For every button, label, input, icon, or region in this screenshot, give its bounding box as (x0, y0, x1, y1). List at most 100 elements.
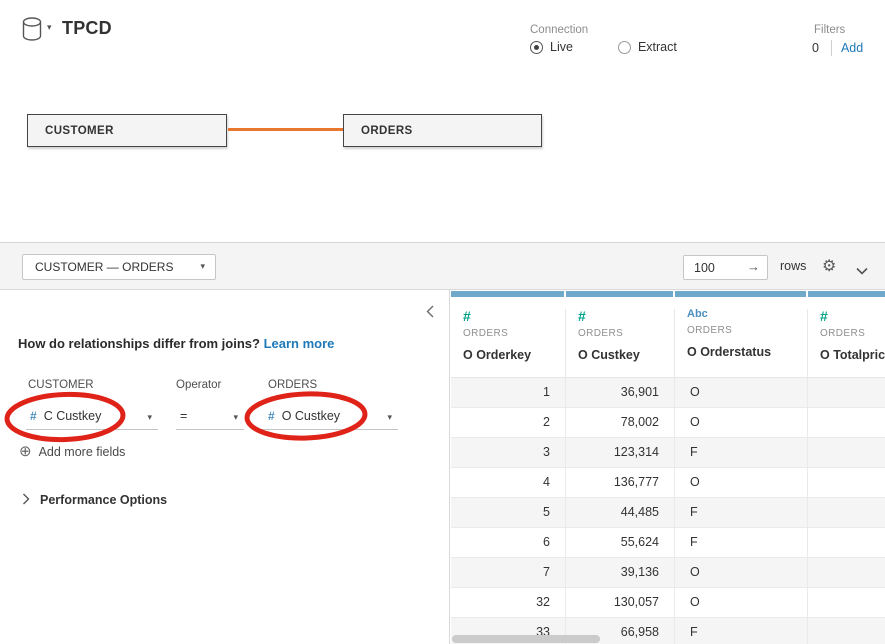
string-icon: Abc (687, 309, 807, 320)
row-count-box: → (683, 255, 768, 280)
add-more-fields-button[interactable]: ⊕ Add more fields (19, 444, 125, 459)
number-icon: # (463, 309, 565, 323)
connection-options: Live Extract (530, 40, 677, 54)
performance-options-label: Performance Options (40, 493, 167, 507)
data-preview-grid: #ORDERSO Orderkey#ORDERSO CustkeyAbcORDE… (451, 291, 885, 644)
grid-cell: 7 (451, 558, 566, 587)
grid-cell: 3 (451, 438, 566, 467)
table-row: 278,002O46,9 (451, 408, 885, 438)
grid-cell: 58,7 (808, 528, 885, 557)
chevron-right-icon (22, 493, 30, 507)
grid-cell: 123,314 (566, 438, 675, 467)
column-table-name: ORDERS (687, 325, 807, 336)
grid-cell: 4 (451, 468, 566, 497)
grid-cell: 78,002 (566, 408, 675, 437)
relationship-dropdown[interactable]: CUSTOMER — ORDERS ▾ (22, 254, 216, 280)
table-row: 655,624F58,7 (451, 528, 885, 558)
column-field-name: O Custkey (578, 348, 674, 362)
chevron-down-icon[interactable] (856, 262, 868, 280)
grid-body: 136,901O173,6278,002O46,93123,314F193,84… (451, 378, 885, 644)
apply-row-count-arrow-icon[interactable]: → (747, 259, 760, 274)
table-row: 739,136O252,0 (451, 558, 885, 588)
grid-column-header[interactable]: # ORDERS O Custkey (566, 291, 675, 377)
grid-cell: F (675, 528, 808, 557)
grid-cell: O (675, 468, 808, 497)
caret-down-icon: ▾ (387, 413, 392, 422)
relationship-question: How do relationships differ from joins? … (18, 336, 334, 351)
grid-header: #ORDERSO Orderkey#ORDERSO CustkeyAbcORDE… (451, 291, 885, 378)
grid-cell: 2 (451, 408, 566, 437)
filters-row: 0 Add (812, 40, 863, 56)
grid-cell: F (675, 618, 808, 644)
column-header-bar (808, 291, 885, 297)
panel-toolbar: CUSTOMER — ORDERS ▾ → rows ⚙ (0, 243, 885, 290)
live-radio-label[interactable]: Live (550, 40, 573, 54)
relationship-dropdown-value: CUSTOMER — ORDERS (35, 260, 173, 274)
grid-cell: 44,485 (566, 498, 675, 527)
column-table-name: ORDERS (578, 328, 674, 339)
number-icon: # (30, 409, 37, 423)
left-field-dropdown[interactable]: # C Custkey ▾ (26, 403, 158, 430)
grid-cell: 36,901 (566, 378, 675, 407)
right-field-value: O Custkey (282, 409, 340, 423)
bottom-panel: CUSTOMER — ORDERS ▾ → rows ⚙ How do rela… (0, 242, 885, 644)
right-table-column-label: ORDERS (268, 379, 317, 391)
collapse-pane-icon[interactable] (426, 305, 434, 323)
gear-icon[interactable]: ⚙ (822, 256, 836, 276)
add-more-fields-label: Add more fields (39, 445, 126, 459)
grid-column-header[interactable]: AbcORDERSO Orderstatus (675, 291, 808, 377)
grid-cell: 130,057 (566, 588, 675, 617)
operator-column-label: Operator (176, 379, 221, 391)
learn-more-link[interactable]: Learn more (264, 336, 335, 351)
grid-cell: 32, (808, 468, 885, 497)
grid-cell: 55,624 (566, 528, 675, 557)
performance-options-expander[interactable]: Performance Options (22, 493, 167, 507)
filters-count: 0 (812, 41, 819, 55)
grid-cell: 46,9 (808, 408, 885, 437)
tableau-datasource-page: ▾ TPCD Connection Live Extract Filters 0… (0, 0, 885, 644)
operator-dropdown[interactable]: = ▾ (176, 403, 244, 430)
left-field-value: C Custkey (44, 409, 102, 423)
orders-table-box[interactable]: ORDERS (343, 114, 542, 147)
database-icon[interactable] (21, 16, 44, 48)
grid-cell: 208,6 (808, 588, 885, 617)
grid-cell: 252,0 (808, 558, 885, 587)
grid-cell: 144,6 (808, 498, 885, 527)
number-icon: # (820, 309, 885, 323)
operator-value: = (180, 409, 187, 423)
filters-label: Filters (814, 24, 845, 36)
grid-cell: 6 (451, 528, 566, 557)
relationship-noodle[interactable] (228, 128, 343, 131)
grid-cell: O (675, 378, 808, 407)
grid-cell: F (675, 438, 808, 467)
database-menu-caret-icon[interactable]: ▾ (47, 22, 52, 33)
grid-cell: F (675, 498, 808, 527)
caret-down-icon: ▾ (233, 413, 238, 422)
rows-label: rows (780, 259, 806, 273)
grid-cell: 136,777 (566, 468, 675, 497)
grid-column-header[interactable]: #ORDERSO Orderkey (451, 291, 566, 377)
grid-cell: 163,2 (808, 618, 885, 644)
customer-table-box[interactable]: CUSTOMER (27, 114, 227, 147)
extract-radio-label[interactable]: Extract (638, 40, 677, 54)
left-table-column-label: CUSTOMER (28, 379, 94, 391)
live-radio[interactable] (530, 41, 543, 54)
add-filter-link[interactable]: Add (841, 41, 863, 55)
table-row: 3123,314F193,8 (451, 438, 885, 468)
grid-cell: 5 (451, 498, 566, 527)
datasource-title: TPCD (62, 18, 112, 39)
relationship-editor-pane: How do relationships differ from joins? … (0, 290, 450, 644)
right-field-dropdown[interactable]: # O Custkey ▾ (252, 403, 398, 430)
horizontal-scrollbar[interactable] (452, 635, 600, 643)
column-header-bar (675, 291, 806, 297)
table-row: 4136,777O32, (451, 468, 885, 498)
grid-column-header[interactable]: #ORDERSO Totalprice (808, 291, 885, 377)
caret-down-icon: ▾ (200, 262, 205, 271)
grid-cell: 173,6 (808, 378, 885, 407)
number-icon: # (578, 309, 674, 323)
column-table-name: ORDERS (463, 328, 565, 339)
row-count-input[interactable] (684, 256, 744, 279)
grid-cell: 39,136 (566, 558, 675, 587)
extract-radio[interactable] (618, 41, 631, 54)
connection-label: Connection (530, 24, 588, 36)
